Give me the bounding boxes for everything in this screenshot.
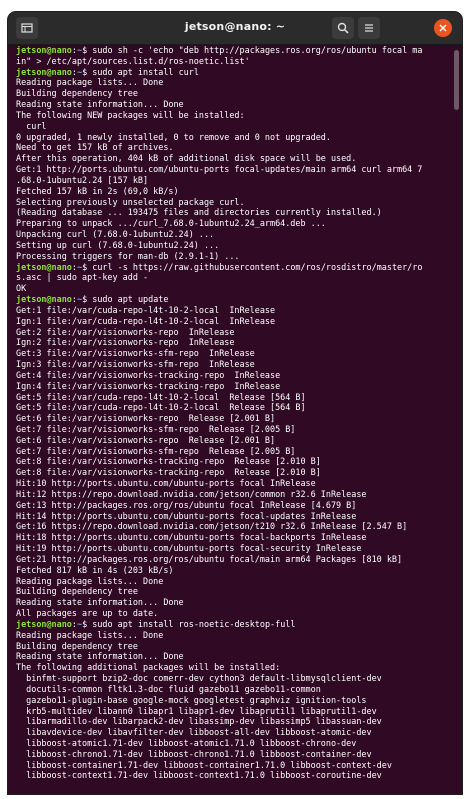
output-line: After this operation, 404 kB of addition… [16,153,357,164]
prompt-line: jetson@nano:~$ sudo apt install ros-noet… [16,618,296,629]
output-line: Get:13 http://packages.ros.org/ros/ubunt… [16,499,357,510]
output-line: The following additional packages will b… [16,662,281,673]
terminal-window: jetson@nano: ~ jetson@nano:~$ sudo sh -c… [8,12,462,794]
output-line: libboost-container1.71-dev libboost-cont… [16,759,392,770]
output-line: Fetched 817 kB in 4s (203 kB/s) [16,564,174,575]
output-line: Fetched 157 kB in 2s (69,0 kB/s) [16,185,179,196]
output-line: Get:16 https://repo.download.nvidia.com/… [16,521,408,532]
output-line: Hit:10 http://ports.ubuntu.com/ubuntu-po… [16,478,316,489]
prompt-user-host: jetson@nano [16,618,72,629]
output-line: OK [16,283,27,294]
output-line: libavdevice-dev libavfilter-dev libboost… [16,727,372,738]
output-line: Get:1 http://ports.ubuntu.com/ubuntu-por… [16,164,423,175]
output-line: curl [16,120,47,131]
output-line: Ign:1 file:/var/cuda-repo-l4t-10-2-local… [16,315,276,326]
output-line: Building dependency tree [16,88,138,99]
scrollbar[interactable] [454,50,459,110]
output-line: Setting up curl (7.68.0-1ubuntu2.24) ... [16,239,220,250]
prompt-user-host: jetson@nano [16,45,72,55]
output-line: (Reading database ... 193475 files and d… [16,207,382,218]
search-button[interactable] [332,17,354,39]
output-line: krb5-multidev libann0 libapr1 libapr1-de… [16,705,377,716]
output-line: Preparing to unpack .../curl_7.68.0-1ubu… [16,218,326,229]
terminal-output[interactable]: jetson@nano:~$ sudo sh -c 'echo "deb htt… [8,45,456,794]
output-line: Reading state information... Done [16,597,184,608]
output-line: .68.0-1ubuntu2.24 [157 kB] [16,174,149,185]
output-line: Hit:19 http://ports.ubuntu.com/ubuntu-po… [16,543,362,554]
title-bar[interactable]: jetson@nano: ~ [8,12,462,45]
output-line: Get:2 file:/var/visionworks-repo InRelea… [16,326,235,337]
close-icon [439,24,447,32]
prompt-line: jetson@nano:~$ curl -s https://raw.githu… [16,261,423,272]
prompt-user-host: jetson@nano [16,294,72,305]
output-line: Get:8 file:/var/visionworks-tracking-rep… [16,467,321,478]
search-icon [337,22,349,34]
output-line: The following NEW packages will be insta… [16,109,245,120]
command-text: $ sudo sh -c 'echo "deb http://packages.… [82,45,423,55]
output-line: Ign:2 file:/var/visionworks-repo InRelea… [16,337,235,348]
output-line: libarmadillo-dev libarpack2-dev libassim… [16,716,382,727]
output-line: Get:5 file:/var/cuda-repo-l4t-10-2-local… [16,391,306,402]
output-line: Get:4 file:/var/visionworks-tracking-rep… [16,369,281,380]
output-line: libboost-context1.71-dev libboost-contex… [16,770,382,781]
command-text: $ sudo apt install ros-noetic-desktop-fu… [82,618,296,629]
output-line: Ign:4 file:/var/visionworks-tracking-rep… [16,380,281,391]
command-text: $ sudo apt update [82,294,169,305]
window-title: jetson@nano: ~ [184,20,286,33]
output-line: Reading package lists... Done [16,575,164,586]
output-line: Building dependency tree [16,640,138,651]
prompt-line: jetson@nano:~$ sudo apt update [16,294,169,305]
prompt-user-host: jetson@nano [16,261,72,272]
command-text: $ curl -s https://raw.githubusercontent.… [82,261,423,272]
output-line: Processing triggers for man-db (2.9.1-1)… [16,250,240,261]
output-line: Get:21 http://packages.ros.org/ros/ubunt… [16,553,403,564]
prompt-line: jetson@nano:~$ sudo sh -c 'echo "deb htt… [16,45,423,55]
output-line: Building dependency tree [16,586,138,597]
output-line: Selecting previously unselected package … [16,196,245,207]
output-line: binfmt-support bzip2-doc comerr-dev cyth… [16,673,382,684]
output-line: libboost-atomic1.71-dev libboost-atomic1… [16,738,357,748]
output-line: Ign:3 file:/var/visionworks-sfm-repo InR… [16,359,255,370]
output-line: Unpacking curl (7.68.0-1ubuntu2.24) ... [16,229,215,240]
output-line: Reading package lists... Done [16,629,164,640]
output-line: gazebo11-plugin-base google-mock googlet… [16,694,367,705]
output-line: Hit:18 http://ports.ubuntu.com/ubuntu-po… [16,532,367,543]
output-line: Reading state information... Done [16,651,184,662]
output-line: s.asc | sudo apt-key add - [16,272,149,283]
prompt-user-host: jetson@nano [16,66,72,77]
output-line: Need to get 157 kB of archives. [16,142,174,153]
output-line: Hit:14 http://ports.ubuntu.com/ubuntu-po… [16,510,357,521]
output-line: Get:6 file:/var/visionworks-repo Release… [16,413,276,424]
output-line: Get:3 file:/var/visionworks-sfm-repo InR… [16,348,255,359]
output-line: Get:7 file:/var/visionworks-sfm-repo Rel… [16,423,296,434]
output-line: Hit:12 https://repo.download.nvidia.com/… [16,488,367,499]
output-line: Get:7 file:/var/visionworks-sfm-repo Rel… [16,445,296,456]
output-line: 0 upgraded, 1 newly installed, 0 to remo… [16,131,331,142]
output-line: Get:5 file:/var/cuda-repo-l4t-10-2-local… [16,402,306,413]
output-line: docutils-common fltk1.3-doc fluid gazebo… [16,683,321,694]
command-text: $ sudo apt install curl [82,66,199,77]
output-line: Get:6 file:/var/visionworks-repo Release… [16,434,276,445]
output-line: Reading package lists... Done [16,77,164,88]
output-line: Get:1 file:/var/cuda-repo-l4t-10-2-local… [16,304,276,315]
menu-button[interactable] [358,17,380,39]
hamburger-menu-icon [365,24,373,32]
output-line: Reading state information... Done [16,99,184,110]
output-line: libboost-chrono1.71-dev libboost-chrono1… [16,748,372,759]
prompt-line: jetson@nano:~$ sudo apt install curl [16,66,199,77]
close-button[interactable] [434,19,452,37]
output-line: in" > /etc/apt/sources.list.d/ros-noetic… [16,55,250,66]
output-line: Get:8 file:/var/visionworks-tracking-rep… [16,456,321,467]
output-line: All packages are up to date. [16,608,159,619]
